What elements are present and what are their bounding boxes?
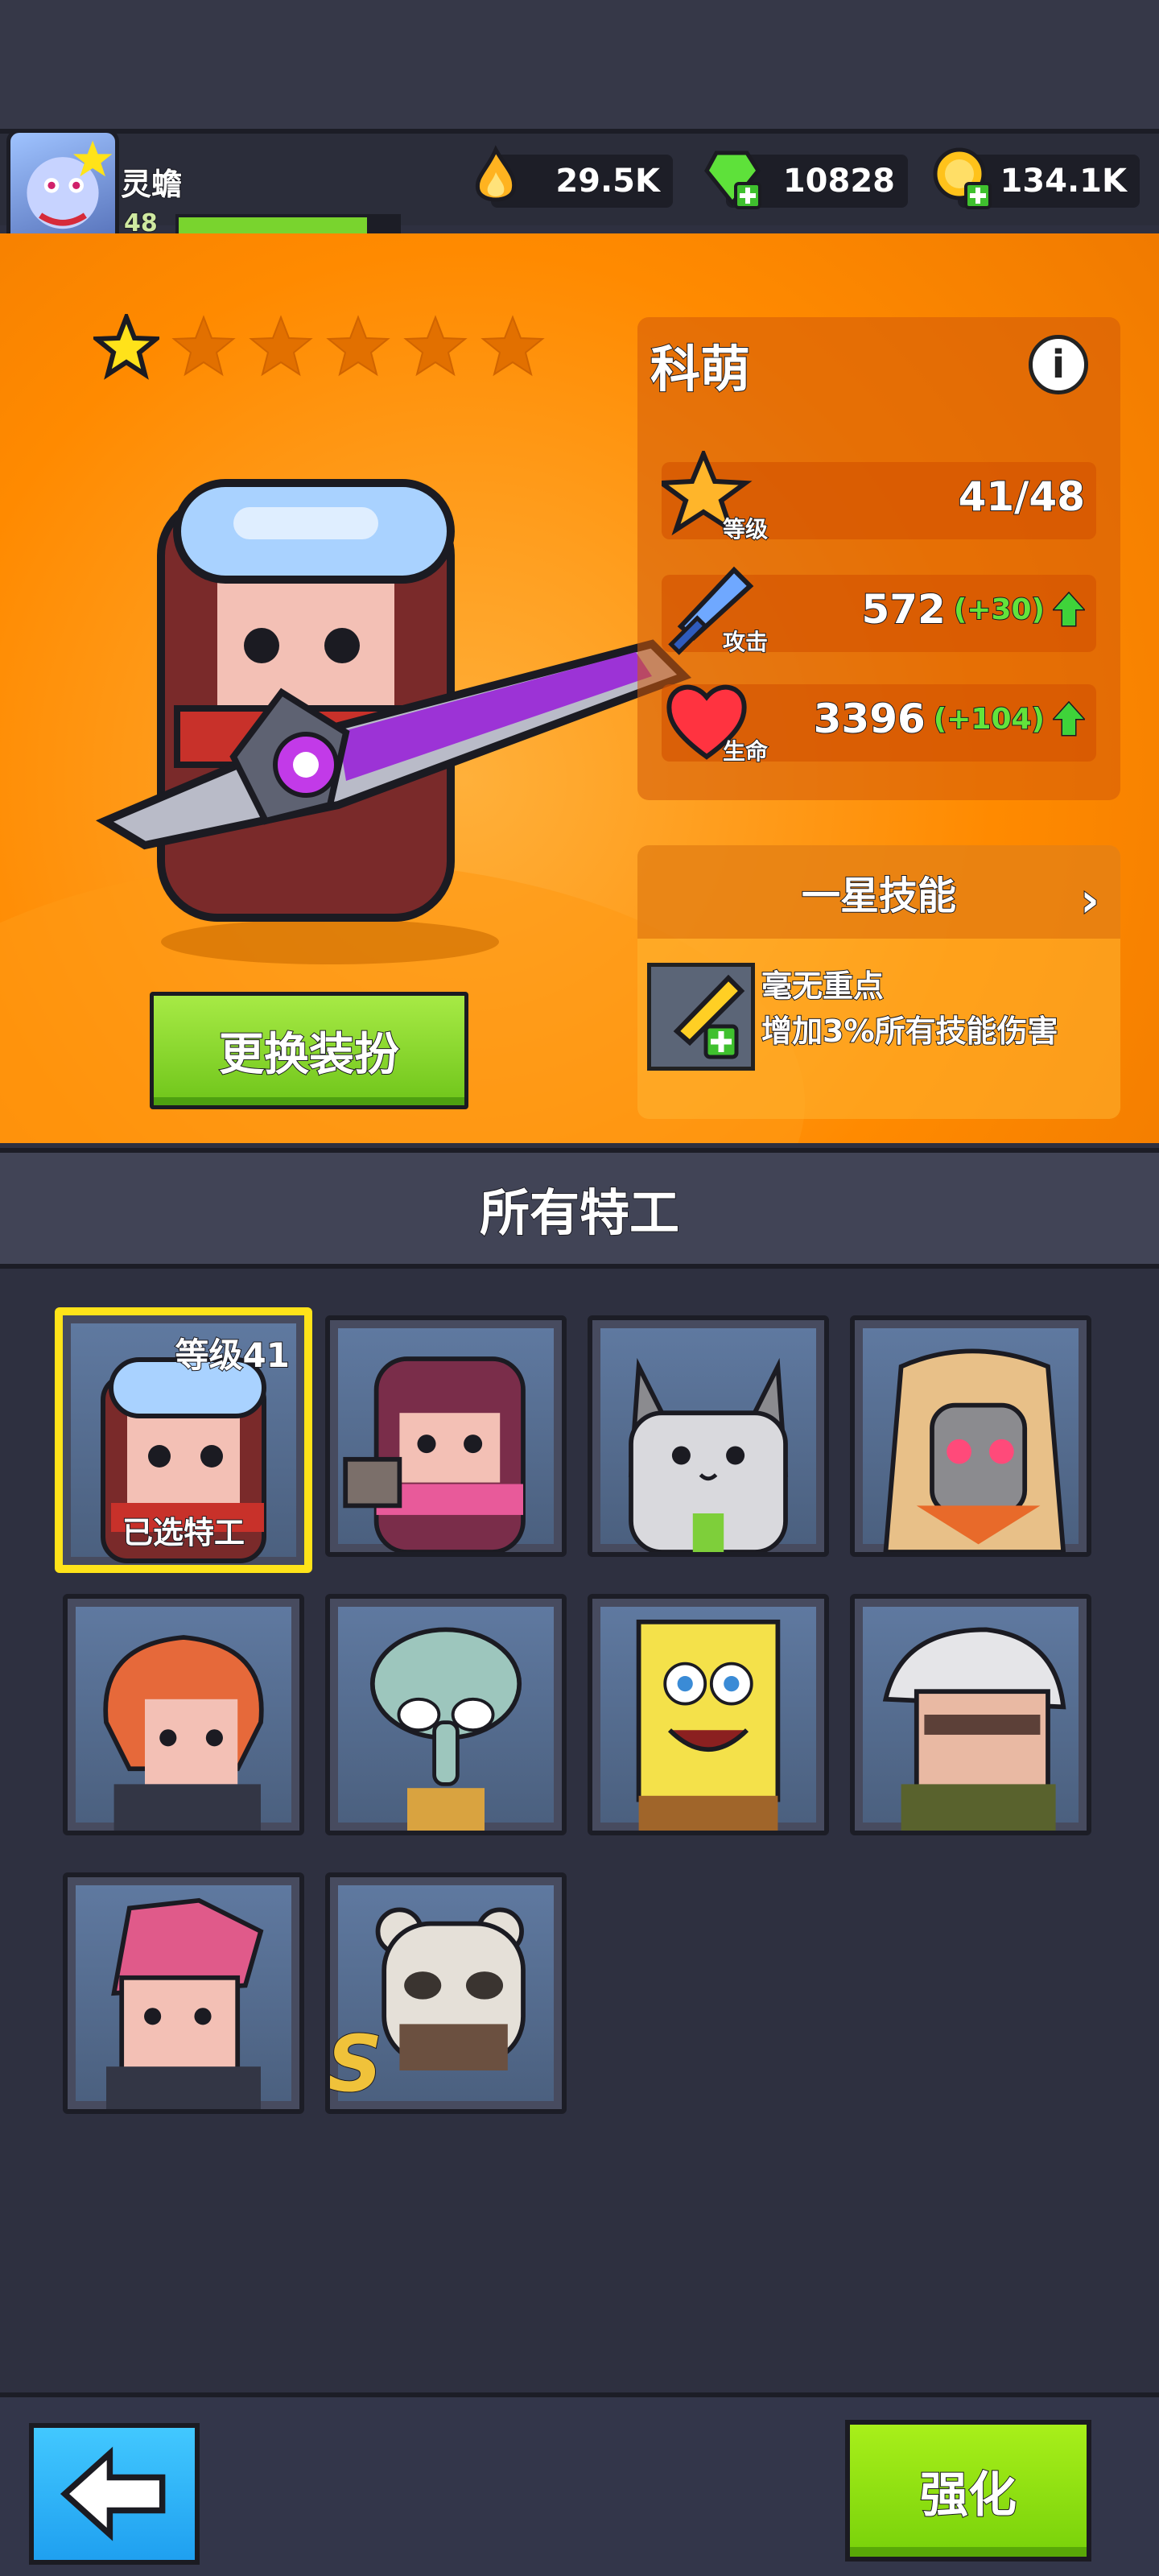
agent-card-5[interactable] bbox=[63, 1594, 304, 1835]
agent-card-10[interactable]: S bbox=[325, 1872, 567, 2114]
player-avatar[interactable] bbox=[6, 129, 119, 250]
agent-level-tag: 等级41 bbox=[175, 1335, 291, 1376]
upgrade-button[interactable]: 强化 bbox=[845, 2420, 1091, 2562]
agent-portrait-spongebob bbox=[636, 1619, 781, 1831]
skill-icon bbox=[647, 963, 755, 1071]
skill-name: 毫无重点 bbox=[761, 968, 885, 1005]
s-rank-badge: S bbox=[327, 2018, 383, 2109]
back-button[interactable] bbox=[29, 2423, 200, 2565]
agent-card-9[interactable] bbox=[63, 1872, 304, 2114]
star-filled-icon bbox=[93, 314, 159, 380]
info-icon[interactable]: i bbox=[1029, 335, 1088, 394]
currency-gem-value: 10828 bbox=[782, 162, 896, 200]
star-empty-icon bbox=[403, 315, 468, 377]
stat-row-level: 等级 41/48 bbox=[662, 451, 1096, 543]
up-arrow-icon bbox=[1053, 701, 1085, 737]
hero-character bbox=[95, 479, 692, 964]
agent-card-2[interactable] bbox=[325, 1315, 567, 1557]
skill-description: 增加3%所有技能伤害 bbox=[761, 1013, 1059, 1050]
agent-portrait-squidward bbox=[369, 1627, 522, 1831]
star-empty-icon bbox=[481, 315, 545, 377]
change-skin-button[interactable]: 更换装扮 bbox=[150, 992, 468, 1109]
agent-card-8[interactable] bbox=[850, 1594, 1091, 1835]
arrow-left-icon bbox=[60, 2446, 166, 2541]
skill-header[interactable]: 一星技能 bbox=[637, 845, 1120, 939]
agent-portrait-masked bbox=[883, 1348, 1066, 1552]
stat-attack-value: 572 bbox=[860, 585, 946, 634]
stat-row-attack: 攻击 572 (+30) bbox=[662, 566, 1096, 656]
agent-portrait-ninja-girl bbox=[343, 1356, 526, 1552]
skill-card[interactable]: 一星技能 › 毫无重点 增加3%所有技能伤害 bbox=[637, 845, 1120, 1119]
stat-row-health: 生命 3396 (+104) bbox=[662, 684, 1096, 766]
agents-header: 所有特工 bbox=[0, 1148, 1159, 1269]
agent-card-6[interactable] bbox=[325, 1594, 567, 1835]
agent-card-selected[interactable]: 等级41 已选特工 bbox=[55, 1307, 312, 1573]
star-empty-icon bbox=[171, 315, 236, 377]
player-name: 灵蟾 bbox=[120, 166, 183, 203]
hero-name: 科萌 bbox=[650, 339, 751, 399]
stat-health-value: 3396 bbox=[813, 695, 926, 743]
stat-health-bonus: (+104) bbox=[933, 702, 1046, 737]
gold-coin-plus-icon[interactable] bbox=[930, 145, 995, 209]
star-empty-icon bbox=[326, 315, 390, 377]
agent-selected-tag: 已选特工 bbox=[122, 1514, 245, 1551]
stat-label-attack: 攻击 bbox=[722, 628, 769, 656]
agent-portrait-redhead bbox=[103, 1635, 264, 1831]
agent-portrait-soldier bbox=[882, 1627, 1066, 1831]
fire-drop-icon bbox=[475, 145, 517, 202]
stat-value-level: 41/48 bbox=[958, 473, 1086, 521]
star-empty-icon bbox=[249, 315, 313, 377]
hero-info-card: 科萌 i 等级 41/48 攻击 572 (+30) 生命 3396 (+104… bbox=[637, 317, 1120, 800]
agent-card-4[interactable] bbox=[850, 1315, 1091, 1557]
agent-portrait-cat bbox=[628, 1357, 789, 1552]
stat-attack-bonus: (+30) bbox=[953, 592, 1046, 627]
agent-portrait-punk bbox=[106, 1897, 264, 2109]
currency-fire-value: 29.5K bbox=[555, 162, 661, 200]
stat-label-health: 生命 bbox=[722, 737, 769, 766]
star-rating bbox=[93, 314, 546, 380]
stat-level-value: 41/48 bbox=[958, 473, 1086, 521]
skill-header-label: 一星技能 bbox=[801, 873, 957, 919]
stat-value-health: 3396 (+104) bbox=[813, 695, 1085, 743]
chevron-right-icon[interactable]: › bbox=[1079, 872, 1100, 928]
green-gem-plus-icon[interactable] bbox=[700, 145, 765, 209]
up-arrow-icon bbox=[1053, 592, 1085, 627]
agent-card-3[interactable] bbox=[588, 1315, 829, 1557]
bottom-bar: 强化 bbox=[0, 2392, 1159, 2576]
stat-value-attack: 572 (+30) bbox=[860, 585, 1085, 634]
stat-label-level: 等级 bbox=[722, 515, 769, 543]
agent-card-7[interactable] bbox=[588, 1594, 829, 1835]
currency-coin-value: 134.1K bbox=[999, 162, 1128, 200]
hero-panel: 更换装扮 科萌 i 等级 41/48 攻击 572 (+30) 生命 3396 … bbox=[0, 233, 1159, 1143]
